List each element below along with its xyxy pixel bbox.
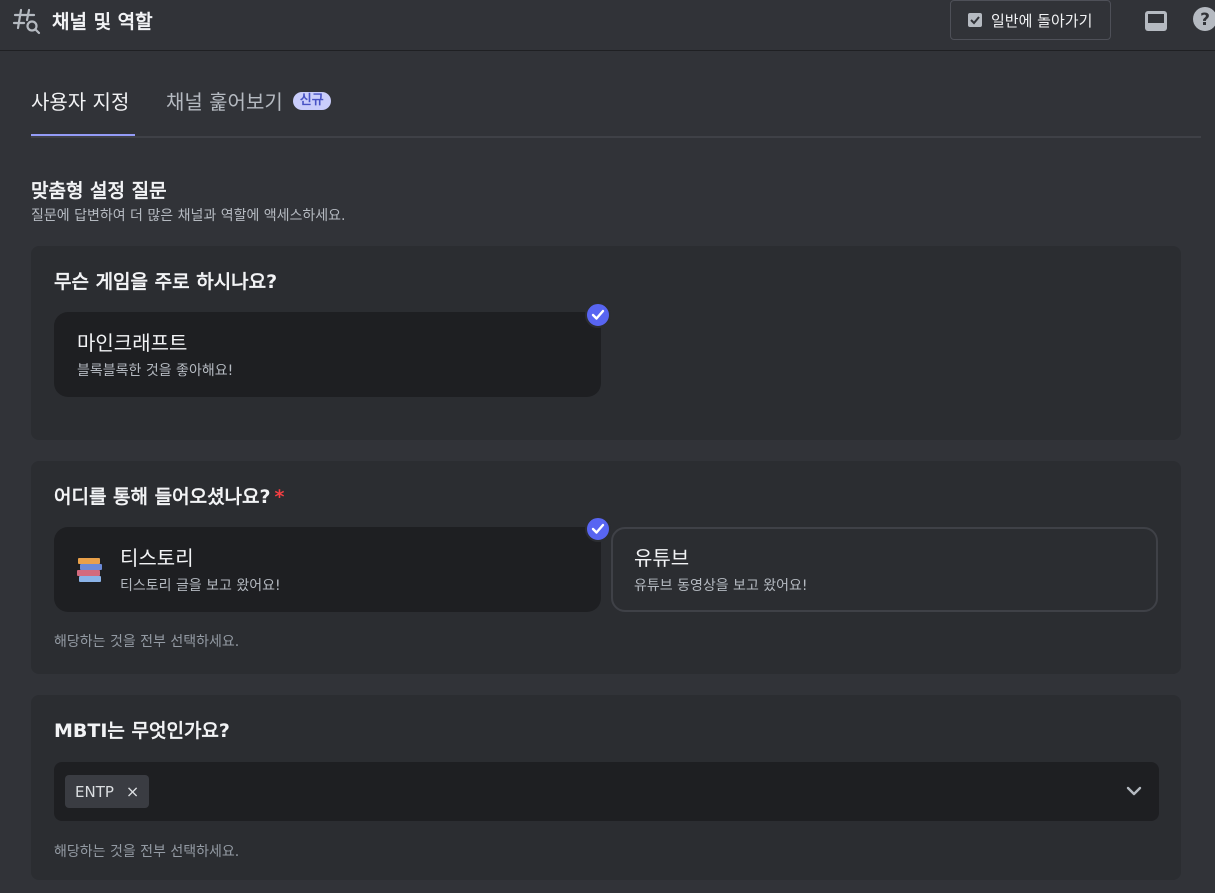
- question-card-mbti: MBTI는 무엇인가요? ENTP × 해당하는 것을 전부 선택하세요.: [31, 695, 1181, 880]
- checkbox-icon: [968, 13, 982, 27]
- chip-label: ENTP: [75, 782, 114, 801]
- question-title: 어디를 통해 들어오셨나요? *: [54, 482, 284, 509]
- help-icon[interactable]: ?: [1192, 6, 1215, 32]
- select-all-hint: 해당하는 것을 전부 선택하세요.: [54, 634, 240, 650]
- section-subtitle: 질문에 답변하여 더 많은 채널과 역할에 액세스하세요.: [31, 208, 346, 224]
- remove-chip-icon[interactable]: ×: [126, 782, 139, 801]
- question-title: MBTI는 무엇인가요?: [54, 720, 230, 742]
- tab-bar: 사용자 지정 채널 훑어보기 신규: [31, 86, 1201, 138]
- select-all-hint: 해당하는 것을 전부 선택하세요.: [54, 844, 240, 860]
- selected-chip: ENTP ×: [65, 775, 149, 808]
- option-title: 마인크래프트: [77, 331, 188, 355]
- required-mark: *: [274, 486, 285, 508]
- svg-text:?: ?: [1200, 10, 1210, 30]
- option-desc: 블록블록한 것을 좋아해요!: [77, 363, 234, 379]
- page-title: 채널 및 역할: [52, 11, 153, 33]
- new-badge: 신규: [292, 92, 331, 110]
- check-icon: [585, 302, 611, 328]
- option-desc: 유튜브 동영상을 보고 왔어요!: [634, 578, 808, 594]
- question-card-game: 무슨 게임을 주로 하시나요? 마인크래프트 블록블록한 것을 좋아해요!: [31, 246, 1181, 440]
- option-youtube[interactable]: 유튜브 유튜브 동영상을 보고 왔어요!: [611, 527, 1158, 612]
- option-tistory[interactable]: 티스토리 티스토리 글을 보고 왔어요!: [54, 527, 601, 612]
- option-title: 유튜브: [634, 546, 690, 570]
- question-card-source: 어디를 통해 들어오셨나요? * 티스토리 티스토리 글을 보고 왔어요! 유튜브…: [31, 461, 1181, 674]
- mbti-dropdown[interactable]: ENTP ×: [54, 762, 1159, 821]
- tab-browse-label: 채널 훑어보기: [166, 90, 283, 114]
- section-title: 맞춤형 설정 질문: [31, 180, 167, 202]
- tab-customize-label: 사용자 지정: [31, 90, 130, 114]
- option-desc: 티스토리 글을 보고 왔어요!: [120, 578, 281, 594]
- books-icon: [77, 558, 102, 582]
- active-tab-indicator: [31, 134, 135, 136]
- option-title: 티스토리: [120, 546, 194, 570]
- check-icon: [585, 516, 611, 542]
- question-title-text: 어디를 통해 들어오셨나요?: [54, 486, 271, 508]
- hashtag-search-icon: [12, 8, 41, 35]
- tab-browse-channels[interactable]: 채널 훑어보기 신규: [166, 86, 331, 138]
- top-bar: 채널 및 역할 일반에 돌아가기 ?: [0, 0, 1215, 51]
- back-to-general-button[interactable]: 일반에 돌아가기: [950, 0, 1111, 40]
- chevron-down-icon[interactable]: [1123, 780, 1145, 802]
- back-button-label: 일반에 돌아가기: [991, 11, 1093, 30]
- inbox-icon[interactable]: [1143, 8, 1169, 34]
- option-minecraft[interactable]: 마인크래프트 블록블록한 것을 좋아해요!: [54, 312, 601, 397]
- tab-customize[interactable]: 사용자 지정: [31, 86, 135, 138]
- question-title: 무슨 게임을 주로 하시나요?: [54, 271, 278, 293]
